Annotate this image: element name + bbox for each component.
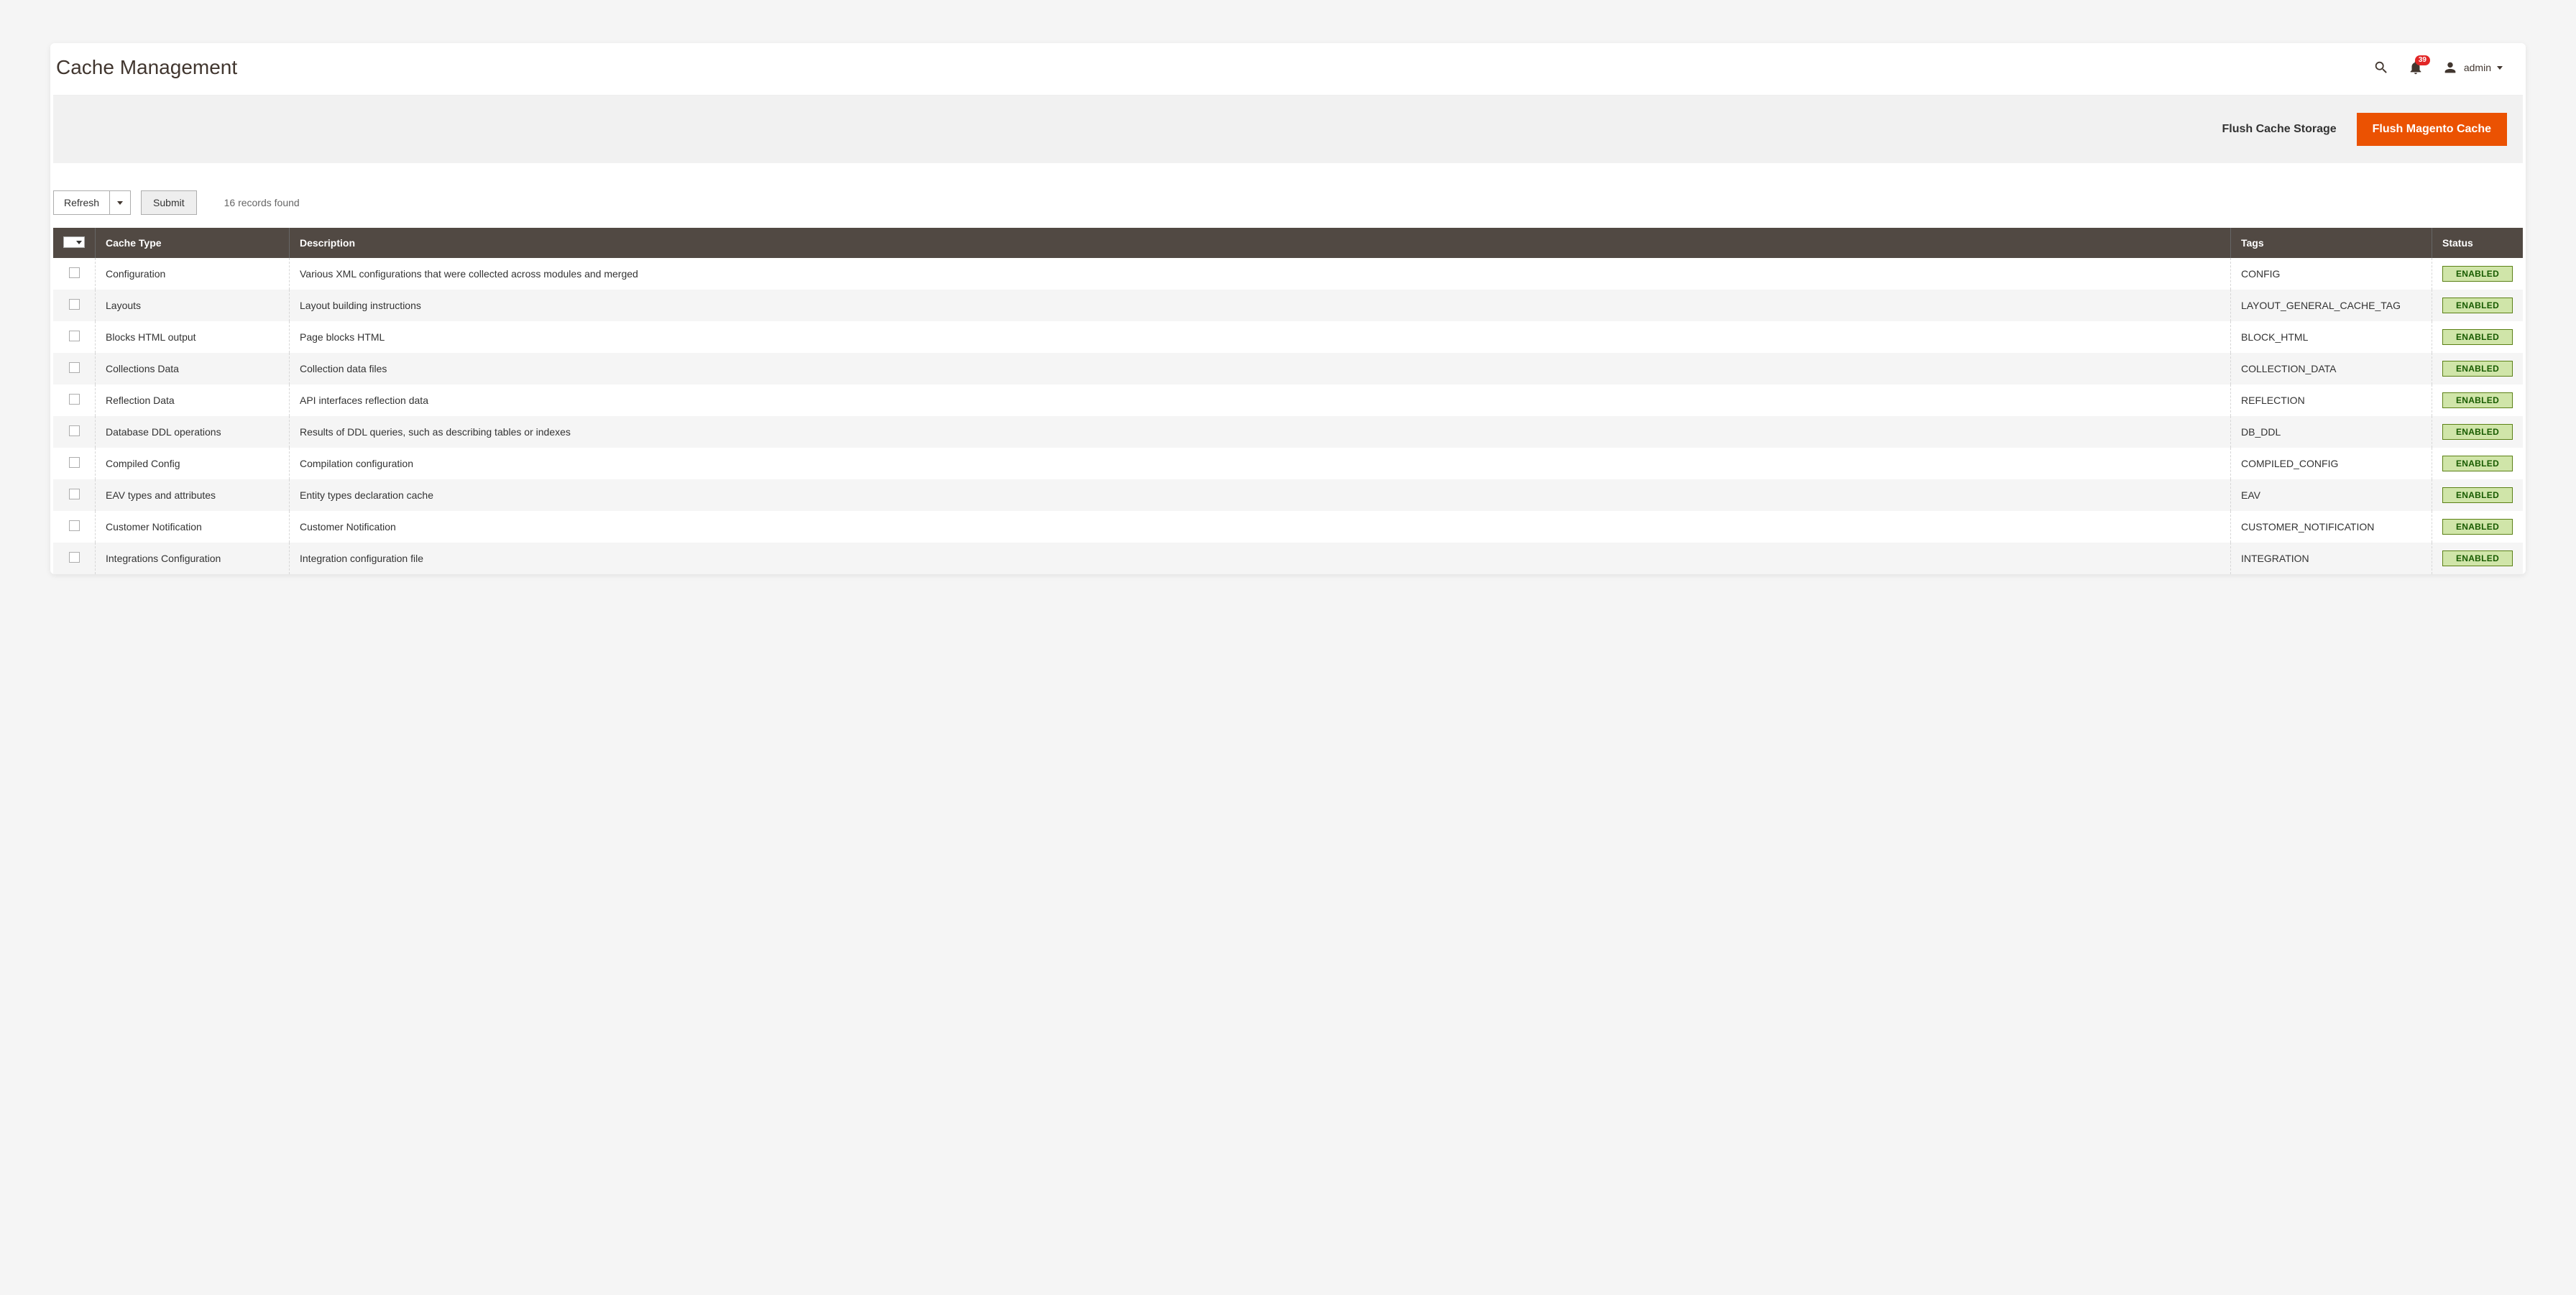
cell-status: ENABLED: [2432, 353, 2524, 384]
cell-description: Results of DDL queries, such as describi…: [290, 416, 2231, 448]
cell-tags: REFLECTION: [2231, 384, 2432, 416]
cell-description: Layout building instructions: [290, 290, 2231, 321]
chevron-down-icon: [117, 201, 123, 205]
chevron-down-icon: [2497, 66, 2503, 70]
status-badge: ENABLED: [2442, 550, 2513, 566]
cell-tags: BLOCK_HTML: [2231, 321, 2432, 353]
cell-status: ENABLED: [2432, 384, 2524, 416]
col-header-tags[interactable]: Tags: [2231, 228, 2432, 258]
cell-tags: EAV: [2231, 479, 2432, 511]
cell-cache-type: Customer Notification: [96, 511, 290, 543]
status-badge: ENABLED: [2442, 329, 2513, 345]
cell-cache-type: Compiled Config: [96, 448, 290, 479]
select-all-checkbox[interactable]: [64, 237, 74, 247]
table-row: ConfigurationVarious XML configurations …: [53, 258, 2523, 290]
row-checkbox[interactable]: [69, 489, 80, 499]
user-icon: [2442, 60, 2458, 75]
toolbar: Refresh Submit 16 records found: [53, 163, 2523, 228]
submit-button[interactable]: Submit: [141, 190, 197, 215]
table-row: Collections DataCollection data filesCOL…: [53, 353, 2523, 384]
table-row: LayoutsLayout building instructionsLAYOU…: [53, 290, 2523, 321]
cell-cache-type: Database DDL operations: [96, 416, 290, 448]
col-header-select[interactable]: [53, 228, 96, 258]
row-checkbox[interactable]: [69, 394, 80, 405]
cell-description: Collection data files: [290, 353, 2231, 384]
cell-tags: COMPILED_CONFIG: [2231, 448, 2432, 479]
status-badge: ENABLED: [2442, 266, 2513, 282]
cell-description: Page blocks HTML: [290, 321, 2231, 353]
header-actions: 39 admin: [2373, 60, 2503, 75]
table-row: Customer NotificationCustomer Notificati…: [53, 511, 2523, 543]
cell-description: API interfaces reflection data: [290, 384, 2231, 416]
table-row: Integrations ConfigurationIntegration co…: [53, 543, 2523, 574]
table-row: Database DDL operationsResults of DDL qu…: [53, 416, 2523, 448]
row-checkbox[interactable]: [69, 299, 80, 310]
row-checkbox[interactable]: [69, 520, 80, 531]
row-checkbox[interactable]: [69, 331, 80, 341]
cell-status: ENABLED: [2432, 321, 2524, 353]
records-count: 16 records found: [224, 197, 300, 208]
cell-status: ENABLED: [2432, 258, 2524, 290]
status-badge: ENABLED: [2442, 487, 2513, 503]
status-badge: ENABLED: [2442, 392, 2513, 408]
flush-magento-cache-button[interactable]: Flush Magento Cache: [2357, 113, 2507, 146]
page-header: Cache Management 39 admin: [53, 43, 2523, 96]
table-row: Blocks HTML outputPage blocks HTMLBLOCK_…: [53, 321, 2523, 353]
cell-tags: CONFIG: [2231, 258, 2432, 290]
notifications-icon[interactable]: 39: [2408, 60, 2424, 75]
col-header-cache-type[interactable]: Cache Type: [96, 228, 290, 258]
cell-cache-type: Collections Data: [96, 353, 290, 384]
cell-tags: CUSTOMER_NOTIFICATION: [2231, 511, 2432, 543]
mass-action-select[interactable]: Refresh: [53, 190, 131, 215]
status-badge: ENABLED: [2442, 361, 2513, 377]
cell-cache-type: Configuration: [96, 258, 290, 290]
cell-tags: LAYOUT_GENERAL_CACHE_TAG: [2231, 290, 2432, 321]
status-badge: ENABLED: [2442, 519, 2513, 535]
cell-status: ENABLED: [2432, 290, 2524, 321]
search-icon[interactable]: [2373, 60, 2389, 75]
page-title: Cache Management: [53, 56, 237, 79]
cell-status: ENABLED: [2432, 448, 2524, 479]
cell-tags: DB_DDL: [2231, 416, 2432, 448]
col-header-status[interactable]: Status: [2432, 228, 2524, 258]
cell-description: Customer Notification: [290, 511, 2231, 543]
cell-cache-type: Integrations Configuration: [96, 543, 290, 574]
table-row: Compiled ConfigCompilation configuration…: [53, 448, 2523, 479]
col-header-description[interactable]: Description: [290, 228, 2231, 258]
cell-status: ENABLED: [2432, 543, 2524, 574]
row-checkbox[interactable]: [69, 362, 80, 373]
table-row: EAV types and attributesEntity types dec…: [53, 479, 2523, 511]
cell-tags: INTEGRATION: [2231, 543, 2432, 574]
action-bar: Flush Cache Storage Flush Magento Cache: [53, 96, 2523, 163]
cache-table: Cache Type Description Tags Status Confi…: [53, 228, 2523, 574]
cell-description: Entity types declaration cache: [290, 479, 2231, 511]
cell-status: ENABLED: [2432, 511, 2524, 543]
flush-cache-storage-button[interactable]: Flush Cache Storage: [2222, 123, 2336, 136]
cell-tags: COLLECTION_DATA: [2231, 353, 2432, 384]
mass-action-toggle[interactable]: [110, 190, 131, 215]
cell-cache-type: Blocks HTML output: [96, 321, 290, 353]
cell-status: ENABLED: [2432, 416, 2524, 448]
user-menu[interactable]: admin: [2442, 60, 2503, 75]
row-checkbox[interactable]: [69, 457, 80, 468]
chevron-down-icon[interactable]: [76, 241, 82, 244]
refresh-option[interactable]: Refresh: [53, 190, 110, 215]
status-badge: ENABLED: [2442, 298, 2513, 313]
row-checkbox[interactable]: [69, 552, 80, 563]
cell-description: Various XML configurations that were col…: [290, 258, 2231, 290]
status-badge: ENABLED: [2442, 456, 2513, 471]
row-checkbox[interactable]: [69, 425, 80, 436]
cell-status: ENABLED: [2432, 479, 2524, 511]
table-row: Reflection DataAPI interfaces reflection…: [53, 384, 2523, 416]
cell-cache-type: EAV types and attributes: [96, 479, 290, 511]
row-checkbox[interactable]: [69, 267, 80, 278]
user-name: admin: [2464, 62, 2491, 73]
cell-cache-type: Layouts: [96, 290, 290, 321]
cell-description: Integration configuration file: [290, 543, 2231, 574]
cell-description: Compilation configuration: [290, 448, 2231, 479]
status-badge: ENABLED: [2442, 424, 2513, 440]
cell-cache-type: Reflection Data: [96, 384, 290, 416]
notification-badge: 39: [2415, 55, 2430, 65]
